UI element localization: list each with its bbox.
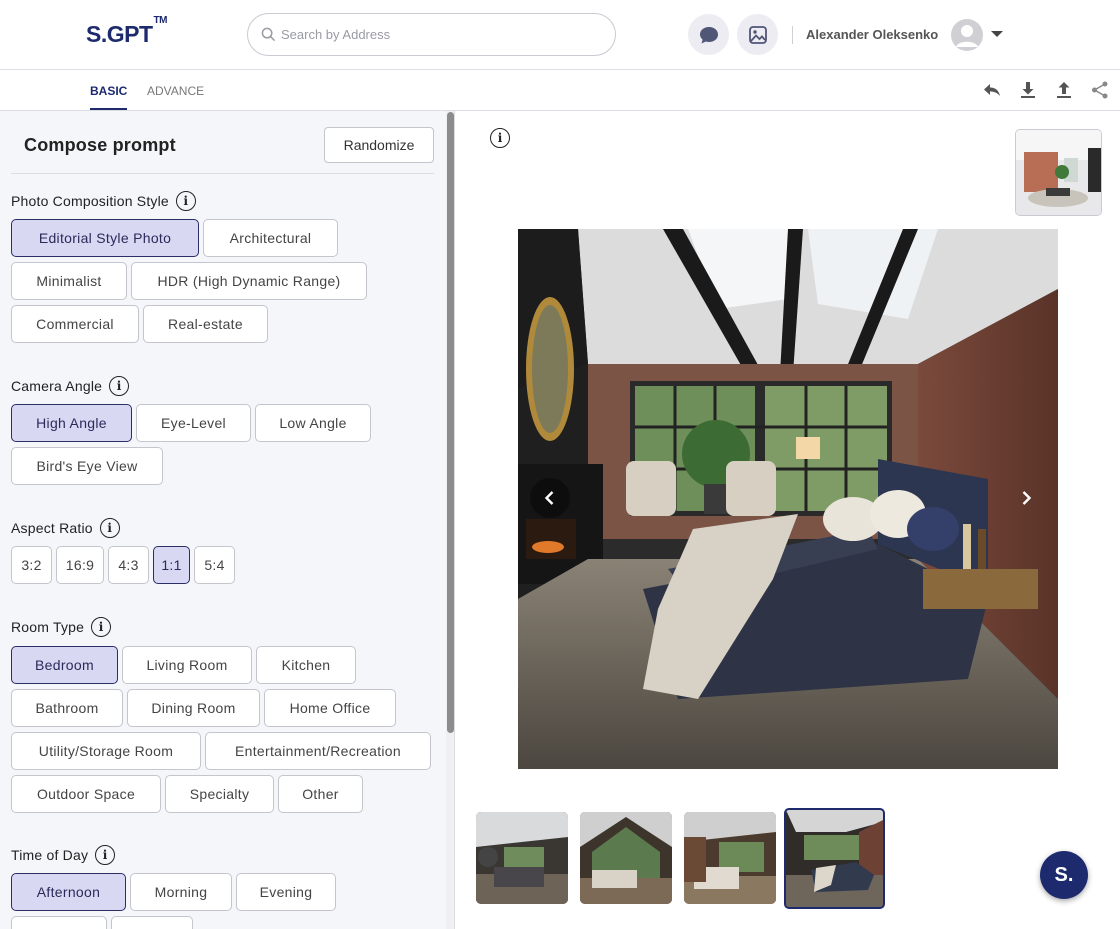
chip-bedroom[interactable]: Bedroom xyxy=(11,646,118,684)
tab-basic[interactable]: BASIC xyxy=(90,84,128,110)
chip-eye-level[interactable]: Eye-Level xyxy=(136,404,251,442)
chat-button[interactable] xyxy=(688,14,729,55)
gallery-thumbnail[interactable] xyxy=(580,812,672,904)
info-icon[interactable]: i xyxy=(175,191,196,211)
chip-editorial-style-photo[interactable]: Editorial Style Photo xyxy=(11,219,199,257)
info-icon[interactable]: i xyxy=(490,128,510,148)
info-icon[interactable]: i xyxy=(99,518,120,538)
chip-ratio-1-1[interactable]: 1:1 xyxy=(153,546,190,584)
chip-outdoor-space[interactable]: Outdoor Space xyxy=(11,775,161,813)
chip-dining-room[interactable]: Dining Room xyxy=(127,689,260,727)
chevron-right-icon xyxy=(1022,491,1032,505)
tab-advance[interactable]: ADVANCE xyxy=(147,84,204,108)
prompt-panel: Compose prompt Randomize Photo Compositi… xyxy=(0,111,455,929)
logo[interactable]: S.GPTTM xyxy=(86,15,167,48)
chip-minimalist[interactable]: Minimalist xyxy=(11,262,127,300)
section-label-camera-angle: Camera Angle i xyxy=(11,376,130,396)
user-avatar-icon xyxy=(956,25,978,47)
share-icon[interactable] xyxy=(1090,80,1110,100)
chip-birds-eye-view[interactable]: Bird's Eye View xyxy=(11,447,163,485)
top-header: S.GPTTM Alexander Oleksenko xyxy=(0,0,1120,70)
gallery-thumbnail-selected[interactable] xyxy=(784,808,885,909)
thumbnail-image xyxy=(786,810,883,907)
bedroom-render-image xyxy=(518,229,1058,769)
assistant-fab-button[interactable]: S. xyxy=(1040,851,1088,899)
chip-living-room[interactable]: Living Room xyxy=(122,646,252,684)
scrollbar-thumb[interactable] xyxy=(447,112,454,733)
randomize-button[interactable]: Randomize xyxy=(324,127,434,163)
gallery-thumbnail[interactable] xyxy=(684,812,776,904)
download-icon[interactable] xyxy=(1018,80,1038,100)
chip-high-angle[interactable]: High Angle xyxy=(11,404,132,442)
chip-afternoon[interactable]: Afternoon xyxy=(11,873,126,911)
info-icon[interactable]: i xyxy=(95,845,116,865)
preview-panel: i S. xyxy=(456,111,1120,929)
chat-bubble-icon xyxy=(699,26,718,43)
divider xyxy=(11,173,434,174)
section-label-room-type: Room Type i xyxy=(11,617,112,637)
next-image-button[interactable] xyxy=(1006,478,1046,518)
camera-angle-label: Camera Angle xyxy=(11,378,103,394)
chip-ratio-5-4[interactable]: 5:4 xyxy=(194,546,235,584)
prev-image-button[interactable] xyxy=(530,478,570,518)
chip-ratio-4-3[interactable]: 4:3 xyxy=(108,546,149,584)
time-of-day-label: Time of Day xyxy=(11,847,89,863)
reference-thumbnail[interactable] xyxy=(1015,129,1102,216)
section-label-aspect-ratio: Aspect Ratio i xyxy=(11,518,120,538)
chip-evening[interactable]: Evening xyxy=(236,873,336,911)
chip-kitchen[interactable]: Kitchen xyxy=(256,646,356,684)
info-icon[interactable]: i xyxy=(109,376,130,396)
search-bar[interactable] xyxy=(247,13,616,56)
reply-icon[interactable] xyxy=(982,80,1002,100)
chip-hdr[interactable]: HDR (High Dynamic Range) xyxy=(131,262,367,300)
thumbnail-image xyxy=(580,812,672,904)
chip-home-office[interactable]: Home Office xyxy=(264,689,396,727)
thumbnail-image xyxy=(684,812,776,904)
chip-more-option[interactable] xyxy=(111,916,193,929)
chip-real-estate[interactable]: Real-estate xyxy=(143,305,268,343)
gallery-thumbnail[interactable] xyxy=(476,812,568,904)
header-divider xyxy=(792,26,793,44)
room-preview-image xyxy=(1016,130,1101,215)
chip-utility-storage-room[interactable]: Utility/Storage Room xyxy=(11,732,201,770)
username[interactable]: Alexander Oleksenko xyxy=(806,27,938,42)
chip-entertainment-recreation[interactable]: Entertainment/Recreation xyxy=(205,732,431,770)
scrollbar[interactable] xyxy=(446,111,454,929)
compose-title: Compose prompt xyxy=(24,135,176,155)
chip-other[interactable]: Other xyxy=(278,775,363,813)
search-input[interactable] xyxy=(281,27,601,42)
info-icon[interactable]: i xyxy=(91,617,112,637)
avatar[interactable] xyxy=(951,19,983,51)
sub-toolbar: BASIC ADVANCE xyxy=(0,70,1120,111)
chip-bathroom[interactable]: Bathroom xyxy=(11,689,123,727)
aspect-ratio-label: Aspect Ratio xyxy=(11,520,93,536)
chip-architectural[interactable]: Architectural xyxy=(203,219,338,257)
chip-low-angle[interactable]: Low Angle xyxy=(255,404,371,442)
chevron-left-icon xyxy=(544,491,554,505)
room-type-label: Room Type xyxy=(11,619,85,635)
chip-more-option[interactable] xyxy=(11,916,107,929)
chip-ratio-3-2[interactable]: 3:2 xyxy=(11,546,52,584)
chip-specialty[interactable]: Specialty xyxy=(165,775,274,813)
main-preview-image xyxy=(518,229,1058,769)
chip-morning[interactable]: Morning xyxy=(130,873,232,911)
upload-icon[interactable] xyxy=(1054,80,1074,100)
thumbnail-image xyxy=(476,812,568,904)
search-icon xyxy=(261,27,276,42)
chip-commercial[interactable]: Commercial xyxy=(11,305,139,343)
chip-ratio-16-9[interactable]: 16:9 xyxy=(56,546,104,584)
image-icon xyxy=(748,25,767,44)
chevron-down-icon[interactable] xyxy=(991,31,1003,37)
photo-style-label: Photo Composition Style xyxy=(11,193,169,209)
section-label-photo-style: Photo Composition Style i xyxy=(11,191,196,211)
gallery-button[interactable] xyxy=(737,14,778,55)
section-label-time-of-day: Time of Day i xyxy=(11,845,116,865)
